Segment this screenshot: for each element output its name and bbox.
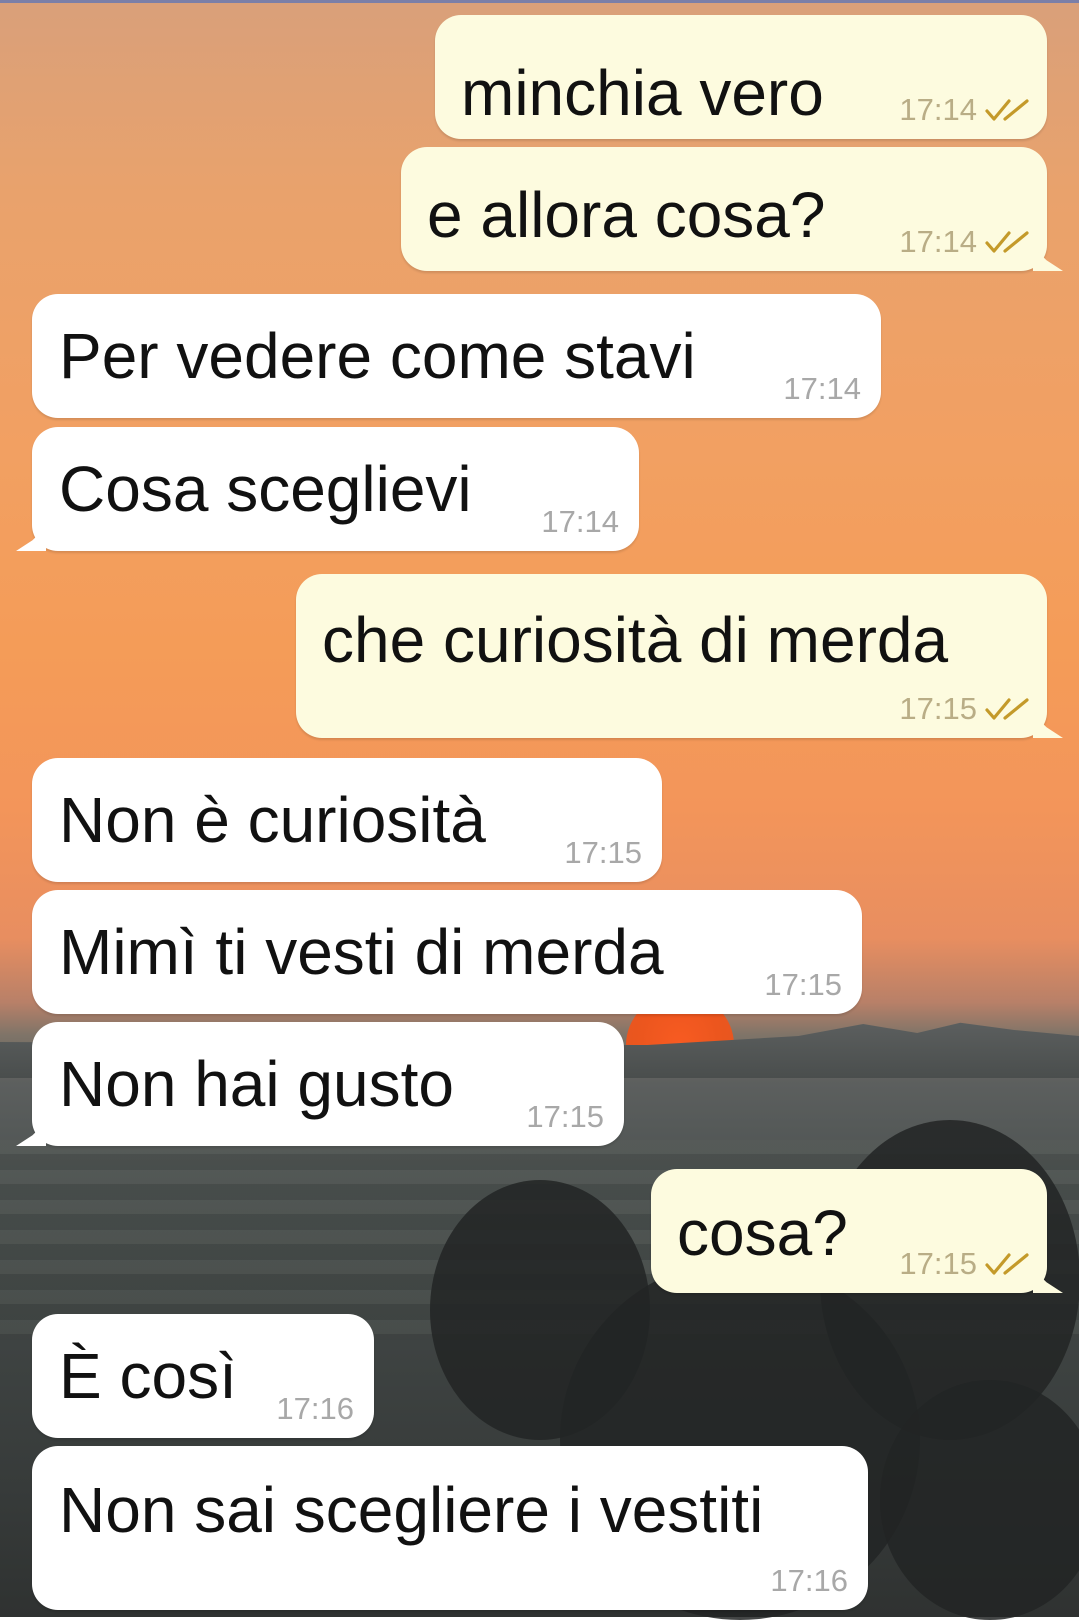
message-time: 17:15 <box>526 1099 604 1134</box>
message-text: È così <box>59 1340 237 1412</box>
message-text: e allora cosa? <box>427 179 826 251</box>
outgoing-message[interactable]: cosa? 17:15 <box>651 1169 1047 1293</box>
message-time: 17:15 <box>899 691 977 726</box>
message-time: 17:14 <box>541 504 619 539</box>
message-time: 17:15 <box>899 1246 977 1281</box>
message-meta: 17:14 <box>899 94 1031 125</box>
message-text: Non è curiosità <box>59 784 486 856</box>
message-time: 17:15 <box>764 967 842 1002</box>
message-meta: 17:15 <box>526 1101 604 1132</box>
message-meta: 17:14 <box>783 373 861 404</box>
message-text: che curiosità di merda <box>322 604 949 676</box>
incoming-message[interactable]: Non hai gusto 17:15 <box>32 1022 624 1146</box>
message-time: 17:14 <box>783 371 861 406</box>
message-text: Cosa sceglievi <box>59 453 472 525</box>
outgoing-message[interactable]: e allora cosa? 17:14 <box>401 147 1047 271</box>
message-text: Non hai gusto <box>59 1048 454 1120</box>
message-meta: 17:14 <box>541 506 619 537</box>
message-list[interactable]: minchia vero 17:14 e allora cosa? 17:14 … <box>0 0 1079 1617</box>
message-text: Non sai scegliere i vestiti <box>59 1474 764 1546</box>
message-text: Per vedere come stavi <box>59 320 696 392</box>
outgoing-message[interactable]: minchia vero 17:14 <box>435 15 1047 139</box>
incoming-message[interactable]: Per vedere come stavi 17:14 <box>32 294 881 418</box>
double-check-icon <box>985 98 1029 121</box>
message-text: Mimì ti vesti di merda <box>59 916 664 988</box>
message-meta: 17:16 <box>770 1565 848 1596</box>
incoming-message[interactable]: Non è curiosità 17:15 <box>32 758 662 882</box>
message-meta: 17:15 <box>764 969 842 1000</box>
message-meta: 17:14 <box>899 226 1031 257</box>
message-time: 17:16 <box>770 1563 848 1598</box>
message-meta: 17:16 <box>276 1393 354 1424</box>
double-check-icon <box>985 1252 1029 1275</box>
double-check-icon <box>985 697 1029 720</box>
incoming-message[interactable]: È così 17:16 <box>32 1314 374 1438</box>
message-meta: 17:15 <box>899 1248 1031 1279</box>
incoming-message[interactable]: Cosa sceglievi 17:14 <box>32 427 639 551</box>
message-text: minchia vero <box>461 57 824 129</box>
incoming-message[interactable]: Mimì ti vesti di merda 17:15 <box>32 890 862 1014</box>
incoming-message[interactable]: Non sai scegliere i vestiti 17:16 <box>32 1446 868 1610</box>
message-meta: 17:15 <box>899 693 1031 724</box>
message-time: 17:14 <box>899 92 977 127</box>
message-time: 17:15 <box>564 835 642 870</box>
message-meta: 17:15 <box>564 837 642 868</box>
double-check-icon <box>985 230 1029 253</box>
message-text: cosa? <box>677 1197 848 1269</box>
message-time: 17:14 <box>899 224 977 259</box>
outgoing-message[interactable]: che curiosità di merda 17:15 <box>296 574 1047 738</box>
message-time: 17:16 <box>276 1391 354 1426</box>
